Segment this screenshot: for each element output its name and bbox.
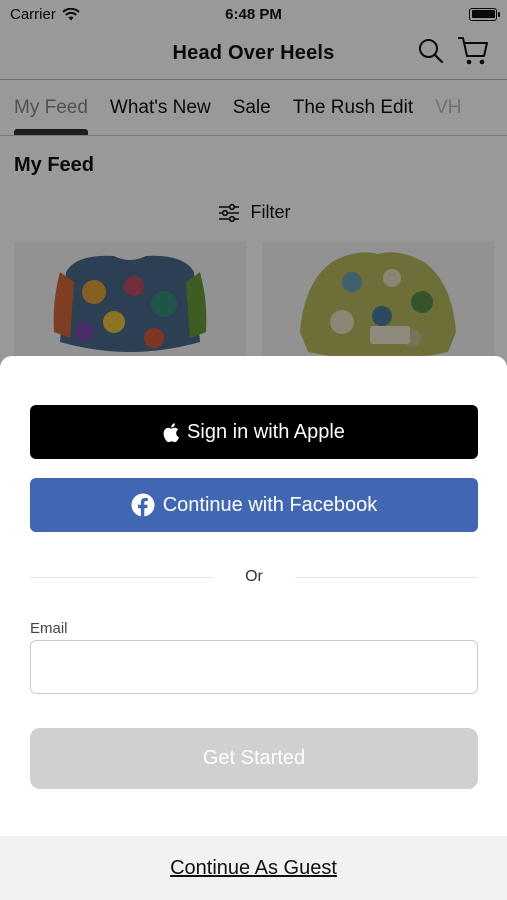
divider-line-right <box>294 576 478 578</box>
apple-logo-icon <box>163 422 180 442</box>
sign-in-with-apple-button[interactable]: Sign in with Apple <box>30 405 478 459</box>
or-divider: Or <box>30 568 478 586</box>
divider-line-left <box>30 576 214 578</box>
facebook-button-label: Continue with Facebook <box>162 493 378 516</box>
email-label: Email <box>30 620 68 637</box>
continue-as-guest-link[interactable]: Continue As Guest <box>170 857 337 880</box>
email-field[interactable] <box>30 640 478 694</box>
get-started-button[interactable]: Get Started <box>30 728 478 789</box>
continue-with-facebook-button[interactable]: Continue with Facebook <box>30 478 478 532</box>
sign-in-sheet: Sign in with Apple Continue with Faceboo… <box>0 356 507 900</box>
apple-button-label: Sign in with Apple <box>187 420 345 443</box>
get-started-label: Get Started <box>202 747 306 769</box>
guest-bar: Continue As Guest <box>0 836 507 900</box>
facebook-logo-icon <box>131 493 155 517</box>
divider-text: Or <box>245 568 263 585</box>
